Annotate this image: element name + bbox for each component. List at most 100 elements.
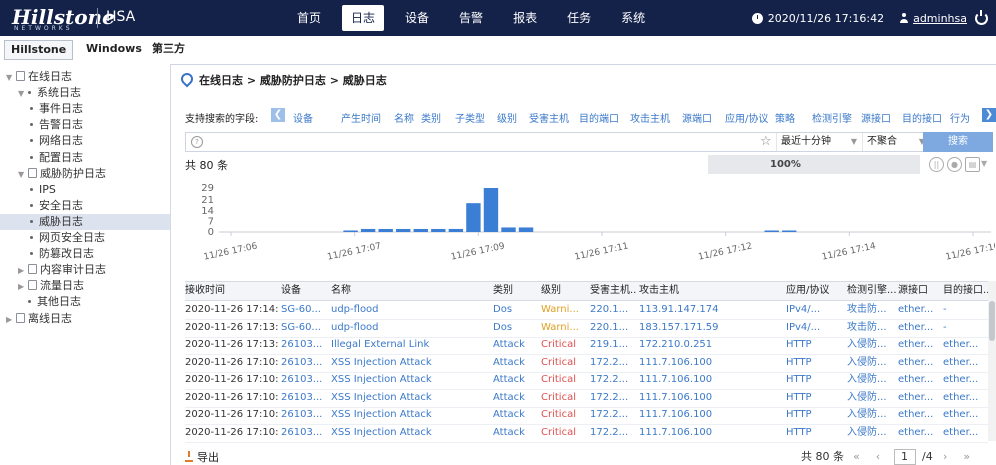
- column-header-1[interactable]: 设备: [281, 282, 329, 300]
- search-field-10[interactable]: 应用/协议: [725, 110, 768, 125]
- table-cell[interactable]: udp-flood: [331, 301, 491, 319]
- search-field-6[interactable]: 受害主机: [529, 110, 569, 125]
- tree-toggle-icon[interactable]: ▼: [18, 86, 26, 102]
- column-header-10[interactable]: 目的接口...: [943, 282, 988, 300]
- nav-item-5[interactable]: 任务: [558, 0, 600, 36]
- export-button[interactable]: 导出: [185, 449, 219, 465]
- page-input[interactable]: 1: [893, 449, 916, 465]
- table-row[interactable]: 2020-11-26 17:10:... 26103... XSS Injectio…: [185, 354, 988, 373]
- search-field-15[interactable]: 行为: [950, 110, 970, 125]
- sidebar-item-label: 系统日志: [37, 86, 81, 100]
- nav-item-3[interactable]: 告警: [450, 0, 492, 36]
- table-cell[interactable]: XSS Injection Attack: [331, 406, 491, 424]
- column-header-2[interactable]: 名称: [331, 282, 491, 300]
- column-header-7[interactable]: 应用/协议: [786, 282, 845, 300]
- sidebar-item-11[interactable]: 防篡改日志: [0, 246, 170, 262]
- column-header-4[interactable]: 级别: [541, 282, 588, 300]
- sidebar-item-10[interactable]: 网页安全日志: [0, 230, 170, 246]
- help-icon[interactable]: ?: [191, 136, 203, 148]
- search-field-0[interactable]: 设备: [293, 110, 313, 125]
- sidebar-item-9[interactable]: 威胁日志: [0, 213, 170, 230]
- column-header-3[interactable]: 类别: [493, 282, 539, 300]
- sidebar-item-4[interactable]: 网络日志: [0, 133, 170, 149]
- search-field-8[interactable]: 攻击主机: [630, 110, 670, 125]
- time-range-select[interactable]: 最近十分钟 ▼: [776, 133, 861, 151]
- table-row[interactable]: 2020-11-26 17:13:... SG-60... udp-flood Dos…: [185, 319, 988, 338]
- table-row[interactable]: 2020-11-26 17:10:... 26103... XSS Injectio…: [185, 371, 988, 390]
- last-page-icon[interactable]: »: [960, 450, 974, 463]
- table-scrollbar[interactable]: [988, 281, 996, 441]
- search-field-5[interactable]: 级别: [497, 110, 517, 125]
- search-field-4[interactable]: 子类型: [455, 110, 485, 125]
- search-field-9[interactable]: 源端口: [682, 110, 712, 125]
- nav-item-6[interactable]: 系统: [612, 0, 654, 36]
- table-cell[interactable]: XSS Injection Attack: [331, 371, 491, 389]
- sidebar-item-5[interactable]: 配置日志: [0, 150, 170, 166]
- tree-toggle-icon[interactable]: ▶: [18, 279, 26, 295]
- column-header-5[interactable]: 受害主机...: [590, 282, 637, 300]
- tree-toggle-icon[interactable]: ▶: [18, 263, 26, 279]
- column-header-6[interactable]: 攻击主机: [639, 282, 784, 300]
- search-field-12[interactable]: 检测引擎: [812, 110, 852, 125]
- table-cell[interactable]: Illegal External Link: [331, 336, 491, 354]
- subtab-1[interactable]: Windows: [80, 40, 148, 58]
- sidebar-item-15[interactable]: ▶ 离线日志: [0, 311, 170, 327]
- search-button[interactable]: 搜索: [923, 132, 993, 152]
- search-field-11[interactable]: 策略: [775, 110, 795, 125]
- table-row[interactable]: 2020-11-26 17:10:... 26103... XSS Injectio…: [185, 389, 988, 408]
- subtab-2[interactable]: 第三方: [146, 40, 191, 58]
- sidebar-item-6[interactable]: ▼ 威胁防护日志: [0, 166, 170, 182]
- table-cell[interactable]: XSS Injection Attack: [331, 389, 491, 407]
- sidebar-item-8[interactable]: 安全日志: [0, 198, 170, 214]
- table-cell: -: [943, 321, 947, 333]
- table-cell[interactable]: XSS Injection Attack: [331, 354, 491, 372]
- save-icon[interactable]: ▤: [965, 157, 980, 172]
- logout-icon[interactable]: [975, 9, 988, 25]
- tree-toggle-icon[interactable]: ▼: [6, 70, 14, 86]
- sidebar-item-3[interactable]: 告警日志: [0, 117, 170, 133]
- column-header-0[interactable]: 接收时间: [185, 282, 279, 300]
- tree-toggle-icon[interactable]: ▼: [18, 167, 26, 183]
- chevron-down-icon[interactable]: ▼: [981, 159, 987, 168]
- column-header-9[interactable]: 源接口: [898, 282, 941, 300]
- search-field-13[interactable]: 源接口: [861, 110, 891, 125]
- column-header-8[interactable]: 检测引擎...: [847, 282, 896, 300]
- sidebar-item-13[interactable]: ▶ 流量日志: [0, 278, 170, 294]
- search-field-3[interactable]: 类别: [421, 110, 441, 125]
- user-icon: [900, 13, 909, 23]
- aggregate-select[interactable]: 不聚合 ▼: [862, 133, 929, 151]
- search-field-2[interactable]: 名称: [394, 110, 414, 125]
- prev-page-icon[interactable]: ‹: [871, 450, 885, 463]
- subtab-0[interactable]: Hillstone: [4, 40, 74, 60]
- table-row[interactable]: 2020-11-26 17:10:... 26103... XSS Injectio…: [185, 406, 988, 425]
- stop-icon[interactable]: ●: [947, 157, 962, 172]
- nav-item-0[interactable]: 首页: [288, 0, 330, 36]
- user-link[interactable]: adminhsa: [913, 12, 967, 25]
- table-cell: 172.2...: [590, 374, 629, 385]
- pause-icon[interactable]: ||: [929, 157, 944, 172]
- sidebar-item-7[interactable]: IPS: [0, 182, 170, 198]
- first-page-icon[interactable]: «: [850, 450, 864, 463]
- nav-item-4[interactable]: 报表: [504, 0, 546, 36]
- search-field-14[interactable]: 目的接口: [902, 110, 942, 125]
- sidebar-item-12[interactable]: ▶ 内容审计日志: [0, 262, 170, 278]
- next-page-icon[interactable]: ›: [938, 450, 952, 463]
- sidebar-item-1[interactable]: ▼ 系统日志: [0, 85, 170, 101]
- sidebar-item-2[interactable]: 事件日志: [0, 101, 170, 117]
- search-field-1[interactable]: 产生时间: [341, 110, 381, 125]
- sidebar-item-0[interactable]: ▼ 在线日志: [0, 69, 170, 85]
- table-row[interactable]: 2020-11-26 17:14:... SG-60... udp-flood Dos…: [185, 301, 988, 320]
- tree-toggle-icon[interactable]: ▶: [6, 312, 14, 328]
- favorite-star-icon[interactable]: ☆: [760, 133, 772, 151]
- table-row[interactable]: 2020-11-26 17:10:... 26103... XSS Injectio…: [185, 424, 988, 443]
- table-cell[interactable]: udp-flood: [331, 319, 491, 337]
- table-cell[interactable]: XSS Injection Attack: [331, 424, 491, 442]
- fields-prev-button[interactable]: ❮: [271, 108, 285, 122]
- nav-item-1[interactable]: 日志: [342, 5, 385, 31]
- search-field-7[interactable]: 目的端口: [579, 110, 619, 125]
- table-row[interactable]: 2020-11-26 17:13:... 26103... Illegal Exte…: [185, 336, 988, 355]
- scrollbar-thumb[interactable]: [989, 301, 995, 341]
- sidebar-item-14[interactable]: 其他日志: [0, 294, 170, 310]
- nav-item-2[interactable]: 设备: [396, 0, 438, 36]
- fields-next-button[interactable]: ❯: [982, 108, 996, 122]
